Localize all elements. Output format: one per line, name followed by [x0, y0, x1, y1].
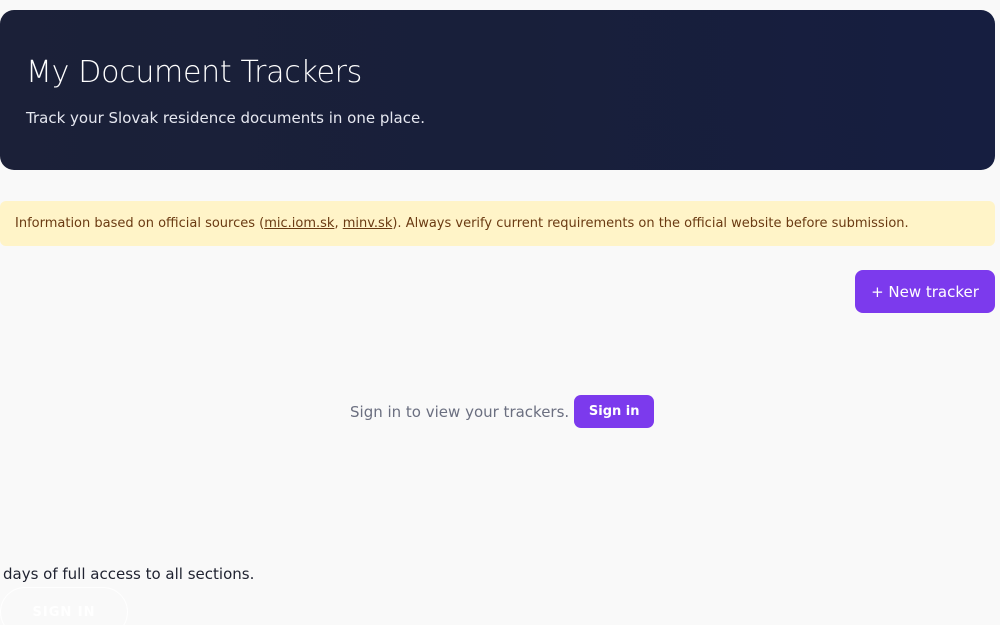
sign-in-prompt: Sign in to view your trackers. [350, 402, 570, 421]
link-mic-iom[interactable]: mic.iom.sk [264, 216, 334, 231]
notice-prefix: Information based on official sources ( [15, 216, 265, 231]
empty-state: Sign in to view your trackers. Sign in [350, 395, 655, 428]
page-title: My Document Trackers [26, 55, 362, 90]
sign-in-button[interactable]: Sign in [574, 395, 655, 428]
page: My Document Trackers Track your Slovak r… [0, 0, 1000, 625]
notice-separator: , [334, 216, 343, 231]
notice-suffix: ). Always verify current requirements on… [392, 216, 909, 231]
page-header: My Document Trackers Track your Slovak r… [0, 10, 995, 170]
trial-access-text: days of full access to all sections. [3, 565, 255, 583]
footer-sign-in-button[interactable]: SIGN IN [0, 587, 128, 625]
page-subtitle: Track your Slovak residence documents in… [26, 109, 425, 127]
official-sources-notice: Information based on official sources (m… [0, 201, 995, 246]
link-minv[interactable]: minv.sk [343, 216, 393, 231]
new-tracker-button[interactable]: + New tracker [855, 270, 995, 313]
